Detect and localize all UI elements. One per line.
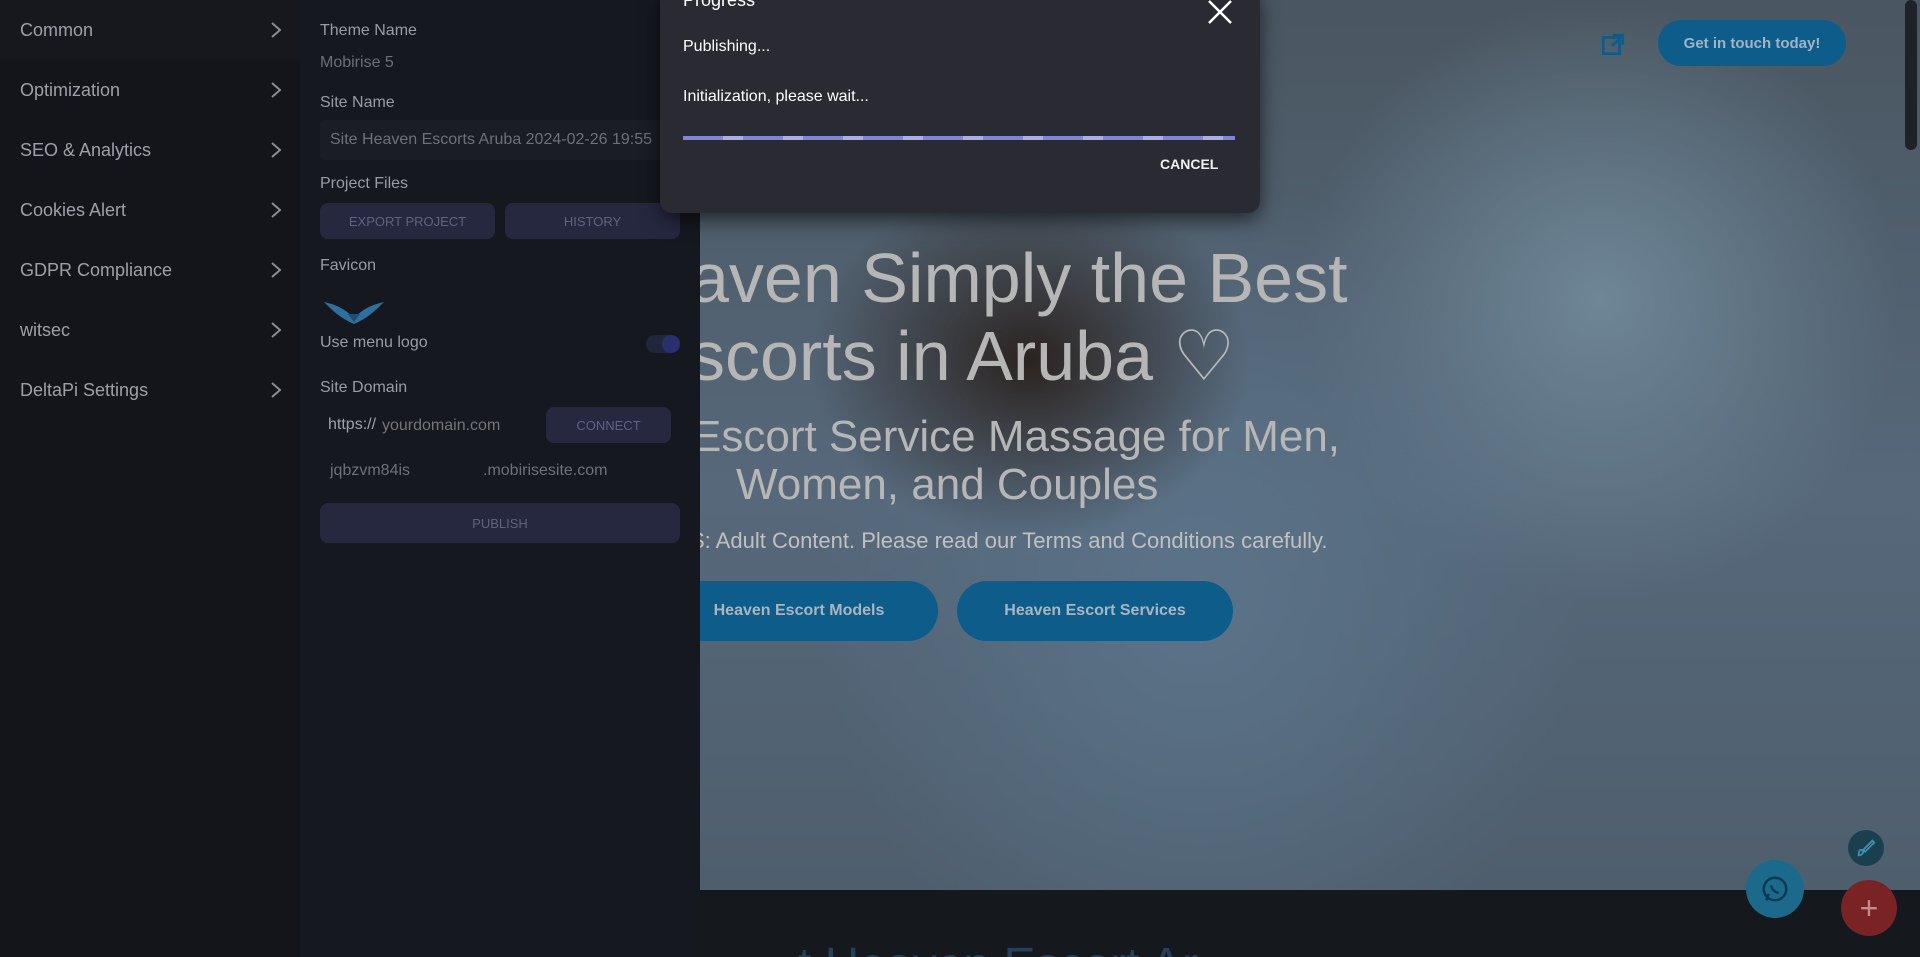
sidebar-item-optimization[interactable]: Optimization	[0, 60, 300, 120]
services-button[interactable]: Heaven Escort Services	[957, 581, 1233, 641]
dialog-status: Publishing...	[683, 38, 771, 55]
whatsapp-button[interactable]	[1746, 860, 1804, 918]
sidebar-item-label: witsec	[20, 319, 71, 340]
domain-prefix: https://	[328, 416, 377, 433]
publish-button[interactable]: PUBLISH	[320, 503, 680, 543]
toggle-knob	[662, 335, 680, 353]
use-menu-logo-toggle[interactable]	[646, 335, 680, 353]
models-button[interactable]: Heaven Escort Models	[700, 581, 938, 641]
chevron-right-icon	[271, 142, 282, 158]
export-project-button[interactable]: EXPORT PROJECT	[320, 203, 495, 239]
sidebar-item-label: GDPR Compliance	[20, 259, 173, 280]
sidebar-item-cookies-alert[interactable]: Cookies Alert	[0, 180, 300, 240]
sidebar-item-label: DeltaPi Settings	[20, 379, 149, 400]
progress-dialog: Progress Publishing... Initialization, p…	[660, 0, 1260, 213]
get-in-touch-button[interactable]: Get in touch today!	[1658, 20, 1846, 66]
site-name-input[interactable]: Site Heaven Escorts Aruba 2024-02-26 19:…	[320, 120, 680, 160]
chevron-right-icon	[271, 202, 282, 218]
settings-sidebar: Common Optimization SEO & Analytics Cook…	[0, 0, 300, 957]
site-name-label: Site Name	[320, 94, 395, 111]
sidebar-item-seo-analytics[interactable]: SEO & Analytics	[0, 120, 300, 180]
subdomain-suffix: .mobirisesite.com	[483, 462, 608, 479]
chevron-right-icon	[271, 322, 282, 338]
connect-button[interactable]: CONNECT	[546, 407, 671, 443]
favicon-label: Favicon	[320, 257, 377, 274]
sidebar-item-label: Optimization	[20, 79, 121, 100]
chevron-right-icon	[271, 382, 282, 398]
hero-subheading-line1: Escort Service Massage for Men,	[700, 412, 1341, 461]
sidebar-item-witsec[interactable]: witsec	[0, 300, 300, 360]
external-link-icon[interactable]	[1600, 32, 1626, 58]
subdomain-input[interactable]: jqbzvm84is	[330, 462, 410, 480]
project-files-label: Project Files	[320, 175, 409, 192]
site-domain-label: Site Domain	[320, 379, 408, 396]
hero-heading-line1: aven Simply the Best	[700, 239, 1348, 317]
dialog-detail: Initialization, please wait...	[683, 88, 869, 105]
hero-heading-line2: scorts in Aruba ♡	[700, 317, 1236, 395]
cancel-button[interactable]: CANCEL	[1160, 156, 1218, 172]
whatsapp-icon	[1762, 876, 1788, 902]
chevron-right-icon	[271, 82, 282, 98]
dialog-title: Progress	[683, 0, 756, 10]
use-menu-logo-label: Use menu logo	[320, 334, 428, 351]
theme-name-label: Theme Name	[320, 22, 417, 39]
theme-name-value: Mobirise 5	[320, 54, 394, 71]
favicon-wings-icon[interactable]	[322, 296, 386, 328]
plus-icon: +	[1859, 889, 1879, 926]
sidebar-item-deltapi-settings[interactable]: DeltaPi Settings	[0, 360, 300, 420]
domain-input[interactable]	[380, 406, 524, 446]
progress-fill	[683, 136, 1235, 140]
style-brush-button[interactable]	[1848, 830, 1884, 866]
sidebar-item-label: Common	[20, 19, 94, 40]
preview-scrollbar[interactable]	[1905, 0, 1917, 150]
chevron-right-icon	[271, 262, 282, 278]
site-settings-panel: Theme Name Mobirise 5 Site Name Site Hea…	[300, 0, 700, 957]
sidebar-item-gdpr-compliance[interactable]: GDPR Compliance	[0, 240, 300, 300]
next-section-heading: t Heaven Escort Ar	[798, 938, 1198, 957]
close-icon[interactable]	[1206, 0, 1234, 26]
sidebar-item-common[interactable]: Common	[0, 0, 300, 60]
progress-bar	[683, 136, 1235, 140]
sidebar-item-label: SEO & Analytics	[20, 139, 152, 160]
add-block-button[interactable]: +	[1841, 880, 1897, 936]
sidebar-item-label: Cookies Alert	[20, 199, 127, 220]
hero-notice: S: Adult Content. Please read our Terms …	[700, 528, 1328, 553]
brush-icon	[1857, 839, 1876, 857]
hero-subheading-line2: Women, and Couples	[736, 460, 1159, 509]
history-button[interactable]: HISTORY	[505, 203, 680, 239]
chevron-right-icon	[271, 22, 282, 38]
